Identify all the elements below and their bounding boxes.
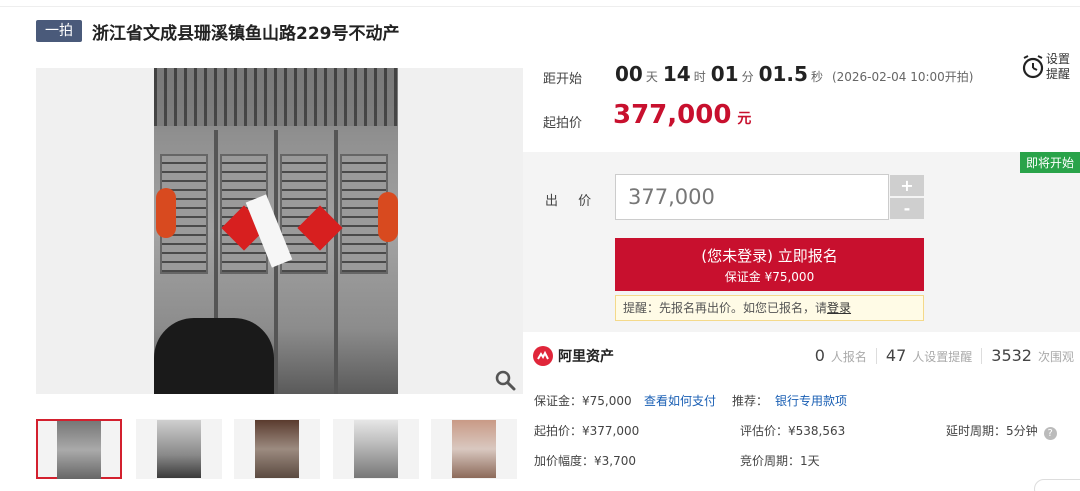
countdown: 00 天 14 时 01 分 01.5 秒 (2026-02-04 10:00开… bbox=[615, 62, 974, 86]
decrease-bid-button[interactable]: - bbox=[890, 198, 924, 219]
brand-stats-row: 阿里资产 0 人报名 47 人设置提醒 3532 次围观 bbox=[523, 338, 1080, 376]
start-price-label: 起拍价 bbox=[543, 116, 583, 131]
reminder-count: 47 bbox=[885, 346, 907, 365]
stats: 0 人报名 47 人设置提醒 3532 次围观 bbox=[814, 346, 1074, 365]
thumbnail-2[interactable] bbox=[136, 419, 222, 479]
set-reminder-button[interactable]: 设置提醒 bbox=[1020, 52, 1072, 82]
bank-account-link[interactable]: 银行专用款项 bbox=[775, 392, 847, 409]
bid-panel: 即将开始 出 价 377,000 + - (您未登录) 立即报名 保证金 ¥75… bbox=[523, 152, 1080, 332]
start-price: 377,000 元 bbox=[613, 100, 752, 130]
thumbnail-4[interactable] bbox=[333, 419, 419, 479]
views-count: 3532 bbox=[991, 346, 1032, 365]
recommend-label: 推荐： bbox=[732, 394, 769, 408]
help-icon[interactable]: ? bbox=[1043, 427, 1057, 440]
start-time: (2026-02-04 10:00开拍) bbox=[831, 70, 974, 84]
auction-round-badge: 一拍 bbox=[36, 20, 82, 42]
bid-price-input[interactable]: 377,000 bbox=[615, 174, 889, 220]
appraisal-price: 评估价：¥538,563 bbox=[740, 424, 846, 438]
bid-label: 出 价 bbox=[545, 194, 600, 209]
motorcycle bbox=[154, 318, 274, 394]
main-property-image[interactable] bbox=[36, 68, 523, 394]
door-photo bbox=[154, 68, 398, 394]
bidding-period: 竞价周期：1天 bbox=[740, 454, 820, 468]
thumbnail-3[interactable] bbox=[234, 419, 320, 479]
countdown-label: 距开始 bbox=[543, 72, 583, 87]
login-link[interactable]: 登录 bbox=[827, 301, 851, 315]
login-hint: 提醒：先报名再出价。如您已报名，请登录 bbox=[615, 295, 924, 321]
deposit-text: 保证金：¥75,000 bbox=[534, 394, 632, 408]
signup-button[interactable]: (您未登录) 立即报名 保证金 ¥75,000 bbox=[615, 238, 924, 291]
increase-bid-button[interactable]: + bbox=[890, 175, 924, 196]
alarm-clock-icon bbox=[1022, 55, 1044, 79]
auction-info: 距开始 00 天 14 时 01 分 01.5 秒 (2026-02-04 10… bbox=[523, 52, 1080, 152]
thumbnail-strip bbox=[36, 419, 523, 479]
how-to-pay-link[interactable]: 查看如何支付 bbox=[644, 392, 716, 409]
ali-asset-logo-icon bbox=[533, 346, 553, 366]
signup-count: 0 bbox=[814, 346, 825, 365]
delay-period: 延时周期：5分钟? bbox=[946, 422, 1057, 440]
brand[interactable]: 阿里资产 bbox=[533, 346, 614, 366]
title-row: 一拍 浙江省文成县珊溪镇鱼山路229号不动产 bbox=[36, 18, 400, 44]
thumbnail-1[interactable] bbox=[36, 419, 122, 479]
status-badge: 即将开始 bbox=[1019, 152, 1080, 173]
bid-increment: 加价幅度：¥3,700 bbox=[534, 454, 636, 468]
top-divider bbox=[0, 6, 1080, 7]
thumbnail-5[interactable] bbox=[431, 419, 517, 479]
zoom-icon[interactable] bbox=[493, 368, 517, 392]
page-title: 浙江省文成县珊溪镇鱼山路229号不动产 bbox=[92, 23, 400, 44]
partial-button[interactable] bbox=[1034, 479, 1080, 491]
start-price-detail: 起拍价：¥377,000 bbox=[534, 424, 640, 438]
